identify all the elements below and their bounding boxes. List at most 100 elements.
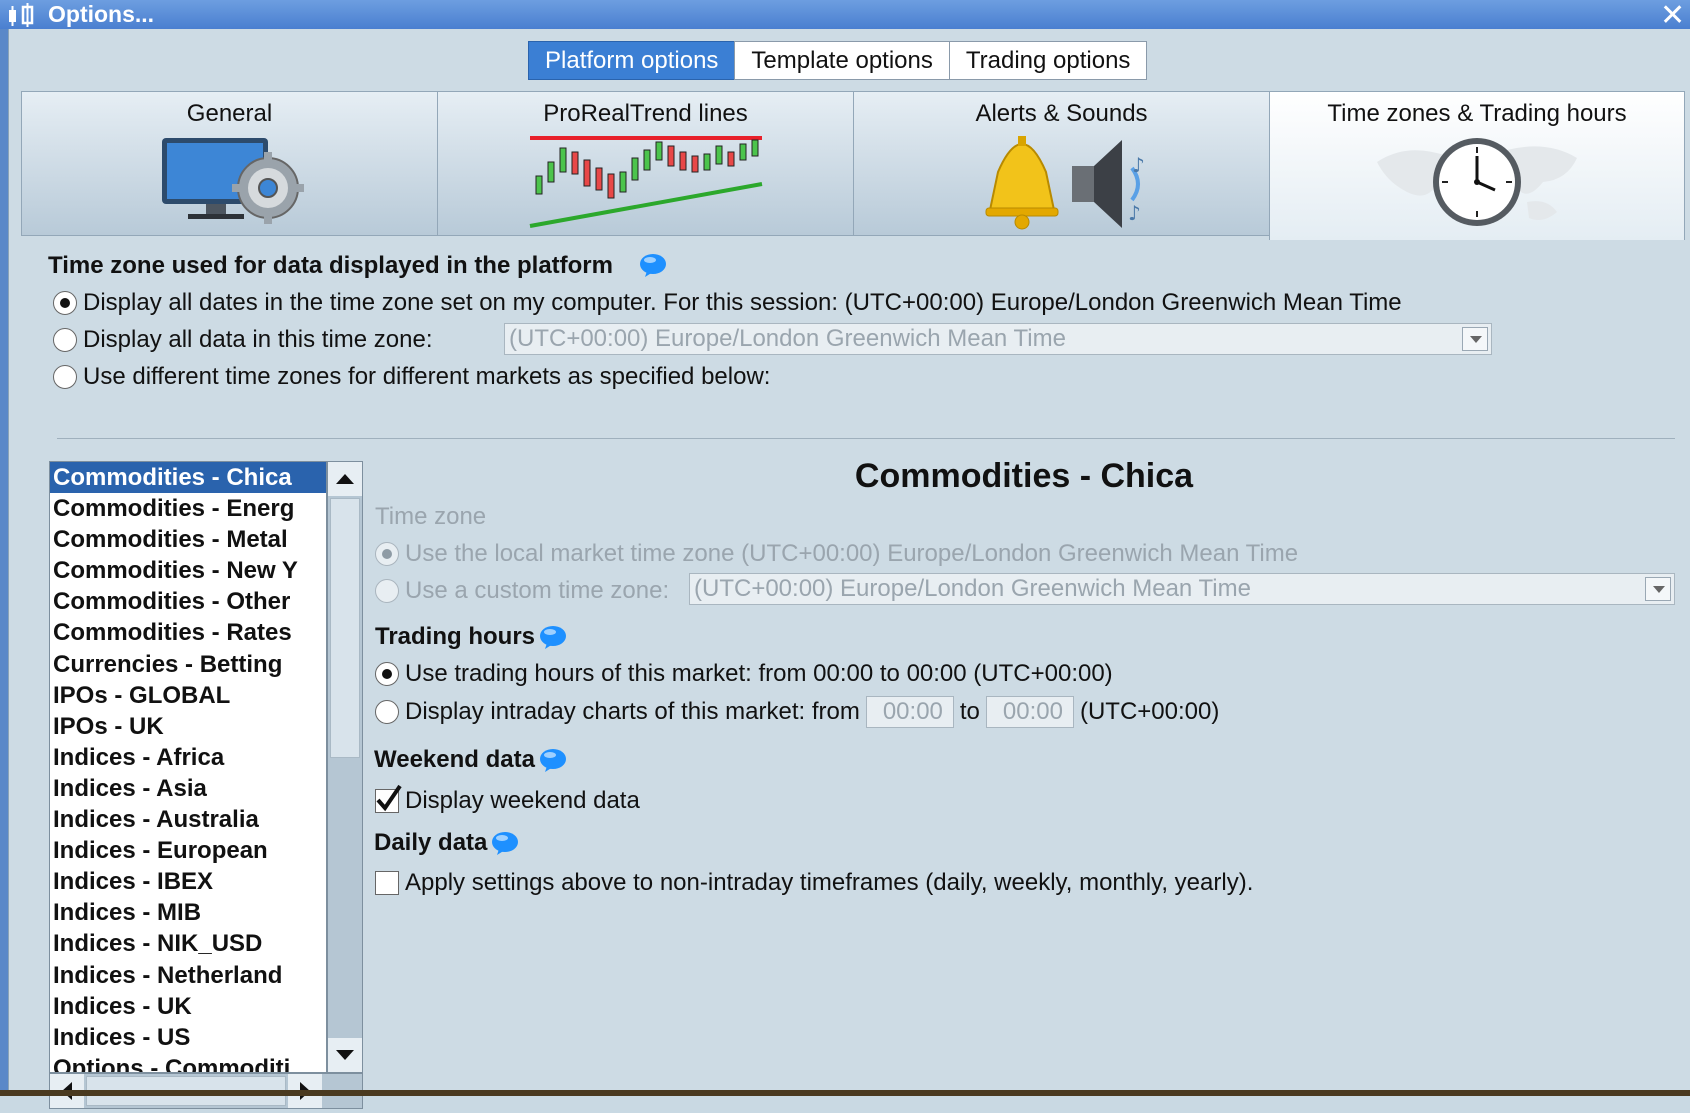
checkbox-row-weekend[interactable]: Display weekend data	[375, 784, 640, 815]
list-item[interactable]: IPOs - UK	[50, 711, 326, 742]
tab-prorealtrend-label: ProRealTrend lines	[543, 100, 748, 127]
radio-row-per-market[interactable]: Use different time zones for different m…	[53, 363, 770, 391]
time-zone-subtitle: Time zone	[375, 503, 486, 531]
list-item[interactable]: Indices - Africa	[50, 742, 326, 773]
help-bubble-icon[interactable]	[639, 253, 667, 277]
radio-per-market-label: Use different time zones for different m…	[83, 363, 771, 390]
list-item[interactable]: Indices - Asia	[50, 773, 326, 804]
list-item[interactable]: Indices - US	[50, 1022, 326, 1053]
weekend-data-label: Display weekend data	[405, 787, 640, 814]
radio-computer-timezone-label: Display all dates in the time zone set o…	[83, 289, 1402, 316]
separator	[57, 438, 1675, 439]
radio-local-market-tz[interactable]	[375, 542, 399, 566]
tab-time-zones-trading-hours[interactable]: Time zones & Trading hours	[1269, 91, 1685, 240]
market-list-box: Commodities - Chica Commodities - Energ …	[49, 461, 363, 1109]
list-item[interactable]: Indices - Netherland	[50, 960, 326, 991]
radio-this-timezone-label: Display all data in this time zone:	[83, 326, 433, 353]
timezone-section-title-text: Time zone used for data displayed in the…	[48, 252, 613, 279]
list-item[interactable]: IPOs - GLOBAL	[50, 680, 326, 711]
monitor-gear-icon	[161, 138, 304, 224]
time-zone-subtitle-text: Time zone	[375, 503, 487, 530]
radio-custom-tz[interactable]	[375, 579, 399, 603]
options-category-tabs: Platform options Template options Tradin…	[528, 41, 1148, 80]
list-item[interactable]: Indices - European	[50, 835, 326, 866]
intraday-tz-suffix: (UTC+00:00)	[1079, 698, 1220, 725]
timezone-section-title: Time zone used for data displayed in the…	[48, 252, 613, 280]
vertical-scrollbar[interactable]	[327, 461, 363, 1073]
tab-template-options[interactable]: Template options	[734, 41, 950, 80]
tab-label: Platform options	[545, 46, 719, 74]
weekend-data-checkbox[interactable]	[375, 784, 402, 813]
list-item[interactable]: Indices - MIB	[50, 897, 326, 928]
from-time-value: 00:00	[882, 698, 943, 725]
daily-data-subtitle-text: Daily data	[374, 829, 488, 856]
scroll-down-button[interactable]	[328, 1038, 362, 1072]
list-item[interactable]: Commodities - Chica	[50, 462, 326, 494]
radio-row-intraday-hours[interactable]: Display intraday charts of this market: …	[375, 696, 1219, 728]
tab-label: Trading options	[965, 46, 1131, 74]
market-timezone-combo[interactable]: (UTC+00:00) Europe/London Greenwich Mean…	[689, 573, 1675, 605]
radio-this-timezone[interactable]	[53, 328, 77, 352]
global-timezone-value: (UTC+00:00) Europe/London Greenwich Mean…	[509, 325, 1066, 352]
list-item[interactable]: Commodities - New Y	[50, 555, 326, 586]
trend-chart-icon	[529, 136, 762, 228]
global-timezone-combo[interactable]: (UTC+00:00) Europe/London Greenwich Mean…	[504, 323, 1492, 355]
list-item[interactable]: Currencies - Betting	[50, 649, 326, 680]
radio-custom-tz-label: Use a custom time zone:	[405, 577, 670, 604]
to-time-value: 00:00	[1002, 698, 1063, 725]
radio-per-market-timezone[interactable]	[53, 365, 77, 389]
help-bubble-icon[interactable]	[539, 625, 567, 649]
radio-intraday-hours[interactable]	[375, 700, 399, 724]
list-item[interactable]: Indices - Australia	[50, 804, 326, 835]
tab-alerts-sounds[interactable]: Alerts & Sounds ♪ ♪	[853, 91, 1269, 236]
radio-computer-timezone[interactable]	[53, 291, 77, 315]
list-item[interactable]: Options - Commoditi	[50, 1053, 326, 1072]
list-item[interactable]: Commodities - Rates	[50, 617, 326, 648]
help-bubble-icon[interactable]	[491, 831, 519, 855]
radio-row-computer-timezone[interactable]: Display all dates in the time zone set o…	[53, 289, 1402, 317]
tab-alerts-label: Alerts & Sounds	[975, 100, 1148, 127]
scroll-up-button[interactable]	[328, 462, 362, 496]
weekend-data-subtitle-text: Weekend data	[374, 746, 535, 773]
chevron-down-icon[interactable]	[1462, 327, 1488, 351]
market-list[interactable]: Commodities - Chica Commodities - Energ …	[49, 461, 327, 1073]
list-item[interactable]: Commodities - Metal	[50, 524, 326, 555]
tab-timezones-label: Time zones & Trading hours	[1327, 100, 1627, 127]
app-icon	[9, 3, 34, 27]
list-item[interactable]: Indices - UK	[50, 991, 326, 1022]
tab-platform-options[interactable]: Platform options	[528, 41, 736, 80]
from-time-stepper[interactable]: 00:00	[865, 696, 954, 728]
help-bubble-icon[interactable]	[539, 748, 567, 772]
checkbox-row-daily[interactable]: Apply settings above to non-intraday tim…	[375, 869, 1253, 897]
to-time-stepper[interactable]: 00:00	[985, 696, 1074, 728]
radio-row-custom-tz[interactable]: Use a custom time zone:	[375, 577, 669, 605]
daily-data-checkbox[interactable]	[375, 871, 399, 895]
market-timezone-value: (UTC+00:00) Europe/London Greenwich Mean…	[694, 575, 1251, 602]
selected-market-title: Commodities - Chica	[854, 457, 1194, 495]
bell-speaker-icon: ♪ ♪	[985, 136, 1145, 230]
radio-row-this-timezone[interactable]: Display all data in this time zone:	[53, 326, 433, 354]
list-item[interactable]: Indices - IBEX	[50, 866, 326, 897]
tab-trading-options[interactable]: Trading options	[948, 41, 1148, 80]
triangle-down-icon	[336, 1050, 354, 1060]
window-bottom-edge	[0, 1090, 1690, 1096]
tab-general-label: General	[186, 100, 273, 127]
list-item[interactable]: Commodities - Other	[50, 586, 326, 617]
radio-row-market-hours[interactable]: Use trading hours of this market: from 0…	[375, 660, 1113, 688]
list-item[interactable]: Commodities - Energ	[50, 493, 326, 524]
trading-hours-subtitle-text: Trading hours	[375, 623, 536, 650]
radio-market-hours[interactable]	[375, 662, 399, 686]
background-window-edge	[0, 29, 8, 1096]
trading-hours-subtitle: Trading hours	[375, 623, 567, 651]
list-item[interactable]: Indices - NIK_USD	[50, 928, 326, 959]
tab-general[interactable]: General	[21, 91, 437, 236]
checkmark-icon	[376, 784, 402, 812]
world-clock-icon	[1377, 138, 1577, 226]
scroll-thumb[interactable]	[330, 498, 360, 758]
tab-prorealtrend-lines[interactable]: ProRealTrend lines	[437, 91, 853, 236]
to-label: to	[959, 698, 980, 725]
radio-row-local-market-tz[interactable]: Use the local market time zone (UTC+00:0…	[375, 540, 1298, 568]
svg-text:♪: ♪	[1132, 153, 1145, 177]
triangle-up-icon	[336, 474, 354, 484]
chevron-down-icon[interactable]	[1645, 577, 1671, 601]
